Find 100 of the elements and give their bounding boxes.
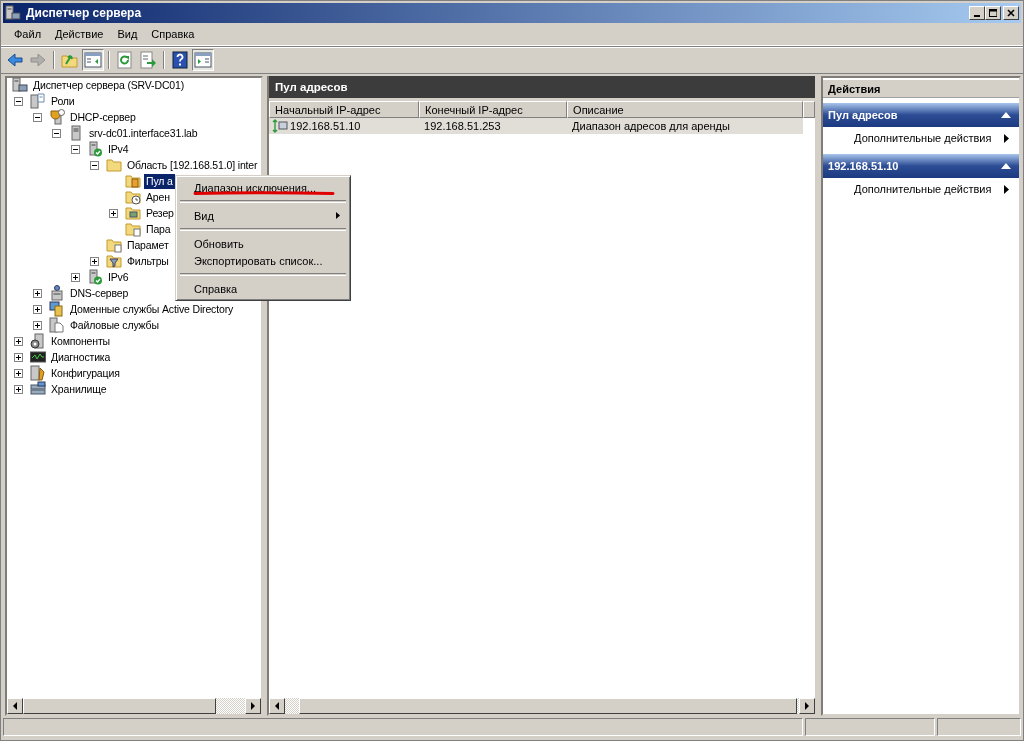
menu-item-label: Вид — [194, 209, 214, 222]
expand-toggle[interactable] — [33, 320, 42, 330]
tree-item[interactable]: Диагностика — [49, 349, 113, 365]
table-cell: 192.168.51.10 — [290, 120, 361, 132]
expand-toggle[interactable] — [33, 304, 42, 314]
action-link[interactable]: Дополнительные действия — [854, 132, 992, 144]
horizontal-scrollbar[interactable] — [7, 698, 262, 714]
pane-header: Действия — [823, 80, 1019, 98]
address-range-icon — [272, 119, 289, 133]
expand-toggle[interactable] — [90, 160, 99, 170]
window-title: Диспетчер сервера — [26, 6, 143, 20]
network-server-icon — [49, 285, 65, 301]
export-list-button[interactable] — [137, 49, 159, 71]
tree-item[interactable]: Роли — [49, 93, 77, 109]
directory-server-icon — [49, 301, 65, 317]
action-section-header[interactable]: Пул адресов — [823, 103, 1019, 127]
collapse-icon[interactable] — [1001, 163, 1011, 169]
tree-item[interactable]: Пара — [144, 221, 173, 237]
column-header[interactable]: Описание — [567, 101, 804, 118]
expand-toggle[interactable] — [90, 256, 99, 266]
server-computer-icon — [5, 5, 21, 21]
tree-item[interactable]: Пул а — [144, 173, 175, 189]
folder-document-icon — [125, 221, 141, 237]
expand-toggle[interactable] — [14, 352, 23, 362]
menu-item-label: Экспортировать список... — [194, 254, 323, 267]
menu-item[interactable]: Действие — [48, 26, 111, 42]
expand-toggle[interactable] — [71, 272, 80, 282]
column-header[interactable] — [803, 101, 816, 118]
server-tools-icon — [30, 365, 46, 381]
pane-header: Пул адресов — [269, 76, 816, 101]
table-cell: 192.168.51.253 — [424, 120, 501, 132]
help-icon — [171, 51, 189, 69]
storage-drives-icon — [30, 381, 46, 397]
expand-toggle[interactable] — [14, 368, 23, 378]
submenu-arrow-icon — [336, 212, 340, 219]
folder-icon — [106, 157, 122, 173]
tree-item[interactable]: Файловые службы — [68, 317, 161, 333]
tree-item[interactable]: Фильтры — [125, 253, 171, 269]
tree-item[interactable]: Область [192.168.51.0] inter — [125, 157, 260, 173]
close-button[interactable] — [1003, 6, 1019, 20]
pane-left-icon — [84, 51, 102, 69]
menu-item[interactable]: Справка — [179, 280, 347, 297]
server-icon — [68, 125, 84, 141]
left-arrow-icon — [12, 702, 18, 710]
help-button[interactable] — [169, 49, 191, 71]
expand-toggle[interactable] — [109, 208, 118, 218]
tree-item[interactable]: Конфигурация — [49, 365, 122, 381]
tree-item[interactable]: Доменные службы Active Directory — [68, 301, 236, 317]
tree-item[interactable]: Компоненты — [49, 333, 112, 349]
section-title: Пул адресов — [828, 109, 898, 121]
expand-toggle[interactable] — [52, 128, 61, 138]
action-link[interactable]: Дополнительные действия — [854, 183, 992, 195]
right-arrow-icon — [804, 702, 811, 710]
column-header[interactable]: Начальный IP-адрес — [269, 101, 420, 118]
menu-item-label: Диапазон исключения... — [194, 181, 317, 194]
file-server-icon — [49, 317, 65, 333]
maximize-icon — [989, 9, 997, 17]
tree-item[interactable]: Арен — [144, 189, 172, 205]
tree-item[interactable]: Хранилище — [49, 381, 109, 397]
folder-clock-icon — [125, 189, 141, 205]
tree-item[interactable]: IPv6 — [106, 269, 131, 285]
minimize-button[interactable] — [969, 6, 985, 20]
refresh-icon — [116, 51, 134, 69]
tree-item[interactable]: Резер — [144, 205, 176, 221]
tree-item[interactable]: DHCP-сервер — [68, 109, 138, 125]
folder-grid-icon — [125, 205, 141, 221]
menu-item[interactable]: Файл — [7, 26, 49, 42]
expand-toggle[interactable] — [14, 336, 23, 346]
menu-item[interactable]: Вид — [110, 26, 145, 42]
left-arrow-icon — [274, 702, 281, 710]
close-icon — [1007, 9, 1015, 17]
tree-item[interactable]: Диспетчер сервера (SRV-DC01) — [31, 77, 187, 93]
horizontal-scrollbar[interactable] — [269, 698, 816, 714]
menu-item[interactable]: Диапазон исключения... — [179, 179, 347, 196]
pane-right-button[interactable] — [192, 49, 214, 71]
table-row[interactable]: 192.168.51.10 192.168.51.253 Диапазон адресов для аренды — [269, 118, 804, 134]
expand-toggle[interactable] — [33, 288, 42, 298]
tree-item[interactable]: Парамет — [125, 237, 171, 253]
expand-toggle[interactable] — [71, 144, 80, 154]
expand-toggle[interactable] — [33, 112, 42, 122]
server-documents-icon — [30, 93, 46, 109]
collapse-icon[interactable] — [1001, 112, 1011, 118]
action-section-header[interactable]: 192.168.51.10 — [823, 154, 1019, 178]
tree-item[interactable]: IPv4 — [106, 141, 131, 157]
pane-right-icon — [194, 51, 212, 69]
forward-arrow-icon — [29, 51, 47, 69]
menu-item[interactable]: Экспортировать список... — [179, 252, 347, 269]
pane-left-button[interactable] — [82, 49, 104, 71]
menu-item[interactable]: Обновить — [179, 235, 347, 252]
table-cell: Диапазон адресов для аренды — [572, 120, 730, 132]
tree-item[interactable]: srv-dc01.interface31.lab — [87, 125, 200, 141]
right-arrow-icon — [250, 702, 257, 710]
server-check-icon — [87, 141, 103, 157]
menu-item[interactable]: Справка — [144, 26, 202, 42]
menu-item-label: Обновить — [194, 237, 244, 250]
tree-item[interactable]: DNS-сервер — [68, 285, 131, 301]
menu-item[interactable]: Вид — [179, 207, 347, 224]
expand-toggle[interactable] — [14, 96, 23, 106]
column-header[interactable]: Конечный IP-адрес — [419, 101, 568, 118]
expand-toggle[interactable] — [14, 384, 23, 394]
